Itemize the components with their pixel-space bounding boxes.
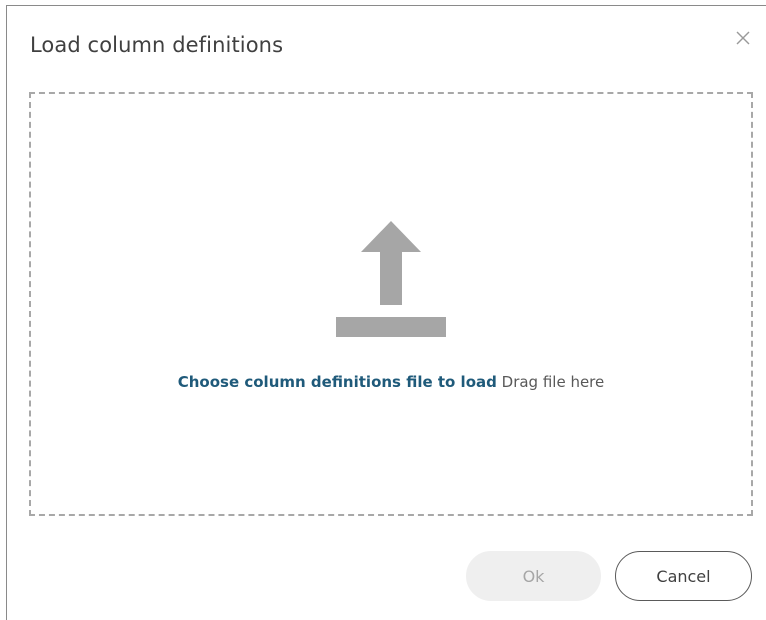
drag-file-text: Drag file here: [501, 373, 605, 391]
dropzone-prompt: Choose column definitions file to load D…: [31, 373, 751, 391]
dialog-title: Load column definitions: [30, 33, 284, 57]
cancel-button[interactable]: Cancel: [615, 551, 752, 601]
close-icon[interactable]: [732, 27, 754, 49]
upload-icon: [336, 221, 446, 338]
choose-file-link[interactable]: Choose column definitions file to load: [178, 373, 497, 391]
ok-button[interactable]: Ok: [466, 551, 601, 601]
file-dropzone[interactable]: Choose column definitions file to load D…: [29, 92, 753, 516]
load-column-definitions-dialog: Load column definitions Choose column de…: [6, 5, 766, 620]
